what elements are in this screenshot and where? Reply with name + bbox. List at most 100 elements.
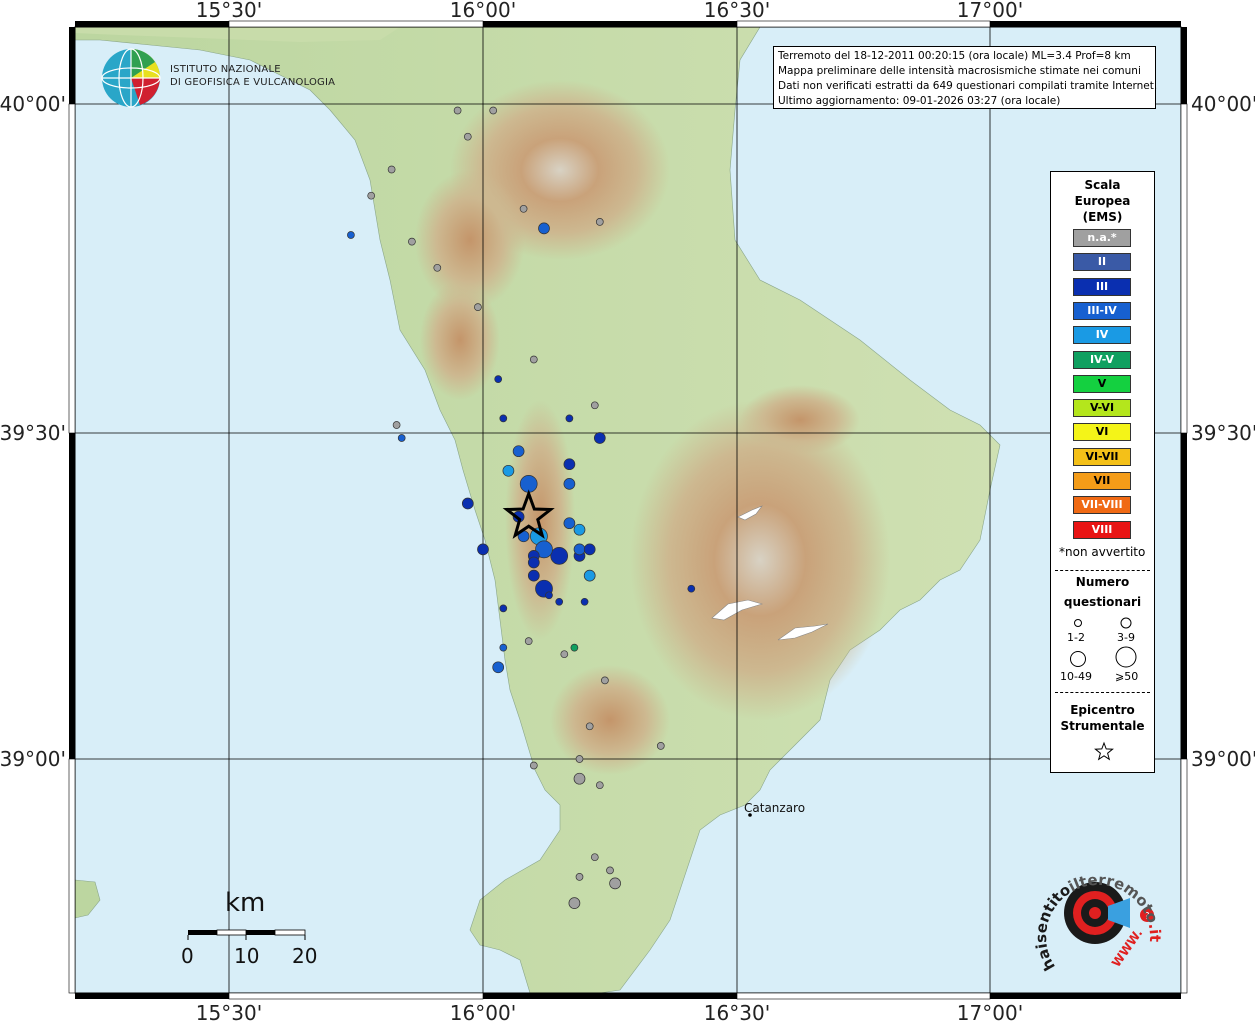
intensity-point [687,584,696,593]
scale-label-0: 0 [181,944,194,968]
intensity-point [656,742,665,750]
lon-tick-top-1: 15°30' [196,0,262,22]
intensity-point [545,591,553,600]
intensity-point [408,237,416,246]
ingv-name: ISTITUTO NAZIONALE DI GEOFISICA E VULCAN… [170,63,335,89]
lon-tick-top-4: 17°00' [957,0,1023,22]
intensity-point [527,556,540,569]
intensity-point [590,853,599,862]
intensity-point [494,375,503,383]
intensity-point [387,165,396,174]
legend-epi-title-1: Epicentro [1070,703,1135,717]
intensity-point [502,464,515,477]
sila-greca-relief [740,385,860,455]
legend-swatch-8: VI [1073,423,1131,442]
intensity-point [527,569,540,582]
legend-epi-title-2: Strumentale [1060,719,1145,733]
legend-title-1: Scala [1084,178,1121,192]
legend-swatch-12: VIII [1073,520,1131,539]
intensity-point [512,445,525,458]
intensity-point [453,106,462,115]
ingv-logo-icon [101,48,161,108]
intensity-point [583,543,596,556]
legend-swatch-11: VII-VIII [1073,496,1131,515]
intensity-point [583,569,596,582]
intensity-point [601,676,609,685]
event-info-line3: Dati non verificati estratti da 649 ques… [778,80,1158,92]
intensity-point [560,650,569,659]
legend-count-title-2: questionari [1063,595,1142,609]
scale-label-10: 10 [234,944,260,968]
lat-tick-left-2: 39°30' [0,421,66,445]
legend: Scala Europea (EMS) n.a.* II III III-IV IV IV… [1050,171,1155,773]
ingv-name-line1: ISTITUTO NAZIONALE [170,64,281,75]
sila-relief [630,400,890,720]
intensity-point [529,761,538,770]
intensity-point [392,421,401,429]
legend-title-2: Europea [1074,194,1131,208]
intensity-point [489,106,498,115]
reventino-relief [550,665,670,775]
intensity-point [563,517,576,530]
city-label-catanzaro: Catanzaro [744,801,806,815]
intensity-point [347,231,355,239]
intensity-point [524,637,533,645]
intensity-point [555,597,564,606]
legend-swatch-3: III-IV [1073,301,1131,320]
lat-tick-right-3: 39°00' [1191,747,1255,771]
legend-swatch-9: VI-VII [1073,447,1131,466]
intensity-point [580,597,589,606]
intensity-point [563,458,576,471]
legend-size-circle-3 [1070,651,1086,667]
intensity-point [565,414,574,423]
legend-swatch-1: II [1073,253,1131,272]
intensity-point [606,866,614,875]
lat-tick-left-1: 40°00' [0,92,66,116]
intensity-point [538,222,550,235]
intensity-point [463,132,472,141]
ingv-name-line2: DI GEOFISICA E VULCANOLOGIA [170,77,336,88]
legend-count-title-1: Numero [1075,575,1130,589]
intensity-point [461,497,474,510]
intensity-point [575,873,584,881]
coastal-relief-north [420,280,500,400]
event-info-line2: Mappa preliminare delle intensità macros… [778,65,1141,77]
event-info-box: Terremoto del 18-12-2011 00:20:15 (ora l… [773,46,1158,109]
intensity-point [492,661,505,674]
legend-swatch-10: VII [1073,472,1131,490]
intensity-point [519,204,528,213]
scale-label-20: 20 [292,944,318,968]
intensity-point [570,643,579,652]
legend-swatch-6: V [1073,374,1131,393]
intensity-point [550,547,569,565]
logo-text-it: .it [1145,921,1165,942]
intensity-point [595,218,604,226]
legend-count-2: 3-9 [1117,631,1135,644]
intensity-point [397,434,406,442]
legend-divider-2 [1055,692,1150,693]
lon-tick-top-3: 16°30' [704,0,770,22]
intensity-point [575,755,584,763]
intensity-point [477,543,489,556]
intensity-point [568,897,581,909]
legend-size-circle-1 [1074,619,1082,627]
legend-swatch-0: n.a.* [1073,229,1131,247]
intensity-point [609,877,621,890]
legend-count-1: 1-2 [1067,631,1085,644]
lon-tick-bottom-2: 16°00' [450,1001,516,1024]
intensity-point [585,722,594,731]
intensity-point [499,643,508,652]
lat-tick-left-3: 39°00' [0,747,66,771]
scale-unit: km [225,888,266,918]
lat-tick-right-2: 39°30' [1191,421,1255,445]
lon-tick-top-2: 16°00' [450,0,516,22]
intensity-point [573,543,586,556]
legend-swatch-5: IV-V [1073,350,1131,369]
legend-size-circle-2 [1120,617,1132,629]
legend-size-circle-4 [1115,646,1137,668]
lat-tick-right-1: 40°00' [1191,92,1255,116]
intensity-point [595,781,604,790]
intensity-point [474,303,482,311]
legend-swatch-7: V-VI [1073,399,1131,418]
lon-tick-bottom-4: 17°00' [957,1001,1023,1024]
